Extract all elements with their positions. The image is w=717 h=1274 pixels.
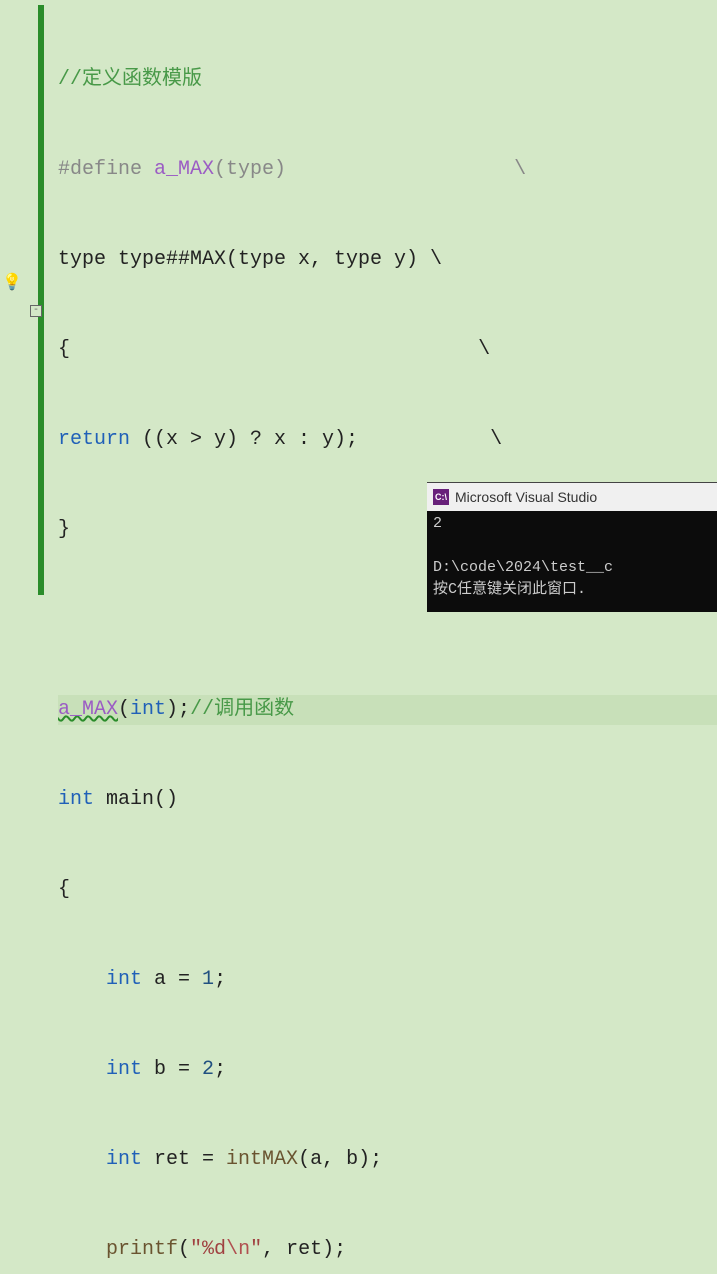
preproc: #define	[58, 158, 154, 181]
macro-name: a_MAX	[154, 158, 214, 181]
code-line[interactable]: return ((x > y) ? x : y); \	[58, 425, 717, 455]
code-line[interactable]: printf("%d\n", ret);	[58, 1235, 717, 1265]
code-line[interactable]: { \	[58, 335, 717, 365]
line-continuation	[286, 158, 514, 181]
code-line[interactable]: type type##MAX(type x, type y) \	[58, 245, 717, 275]
code-line[interactable]: int ret = intMAX(a, b);	[58, 1145, 717, 1175]
code-line[interactable]: int main()	[58, 785, 717, 815]
macro-call: a_MAX	[58, 698, 118, 721]
lightbulb-icon[interactable]: 💡	[2, 272, 22, 292]
change-marker	[38, 5, 44, 595]
console-output: 2 D:\code\2024\test__c 按C任意键关闭此窗口.	[427, 511, 717, 603]
editor-gutter: 💡 -	[0, 0, 50, 637]
vs-icon: C:\	[433, 489, 449, 505]
macro-body: type type##MAX(type x, type y) \	[58, 248, 442, 271]
collapse-icon[interactable]: -	[30, 305, 42, 317]
macro-args: (type)	[214, 158, 286, 181]
code-line[interactable]: #define a_MAX(type) \	[58, 155, 717, 185]
code-line[interactable]: //定义函数模版	[58, 65, 717, 95]
code-line[interactable]: int b = 2;	[58, 1055, 717, 1085]
debug-console-window[interactable]: C:\ Microsoft Visual Studio 2 D:\code\20…	[427, 482, 717, 612]
code-line[interactable]: int a = 1;	[58, 965, 717, 995]
comment: //定义函数模版	[58, 68, 202, 91]
code-line[interactable]: {	[58, 875, 717, 905]
console-titlebar[interactable]: C:\ Microsoft Visual Studio	[427, 483, 717, 511]
code-line-current[interactable]: a_MAX(int);//调用函数	[58, 695, 717, 725]
console-title-text: Microsoft Visual Studio	[455, 489, 597, 505]
